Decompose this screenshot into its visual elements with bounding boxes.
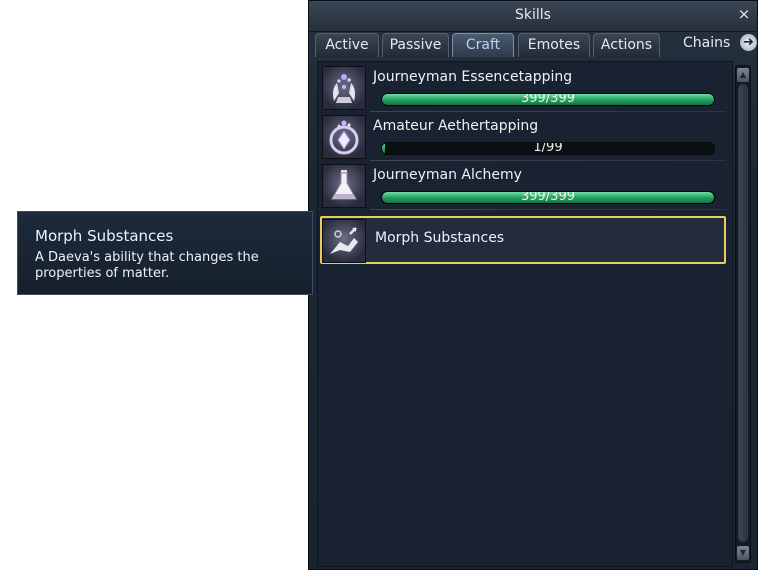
skill-progress-bar: 399/399 (381, 191, 715, 204)
skill-name: Journeyman Essencetapping (373, 69, 573, 85)
tooltip-description: A Daeva's ability that changes the prope… (35, 250, 259, 281)
tab-passive[interactable]: Passive (382, 33, 449, 57)
skill-row-essencetapping[interactable]: Journeyman Essencetapping 399/399 (320, 64, 726, 112)
tab-chains[interactable]: Chains (683, 35, 730, 51)
scroll-down-icon[interactable]: ▼ (737, 546, 749, 560)
row-divider (370, 111, 726, 112)
morph-hand-icon (322, 219, 366, 263)
skill-progress-bar: 399/399 (381, 93, 715, 106)
skill-progress-bar: 1/99 (381, 142, 715, 155)
tab-actions[interactable]: Actions (593, 33, 660, 57)
tab-craft[interactable]: Craft (452, 33, 514, 57)
aether-crystal-icon (322, 115, 366, 159)
tab-bar: Active Passive Craft Emotes Actions Chai… (315, 31, 757, 57)
hands-essence-icon (322, 66, 366, 110)
skill-name: Morph Substances (375, 230, 505, 246)
scroll-up-icon[interactable]: ▲ (737, 68, 749, 82)
skill-progress-text: 399/399 (520, 93, 575, 106)
row-divider (370, 209, 726, 210)
scroll-thumb[interactable] (739, 85, 747, 541)
alchemy-flask-icon (322, 164, 366, 208)
tab-emotes[interactable]: Emotes (518, 33, 590, 57)
skill-row-aethertapping[interactable]: Amateur Aethertapping 1/99 (320, 113, 726, 161)
skill-name: Amateur Aethertapping (373, 118, 539, 134)
skills-window: Skills × Active Passive Craft Emotes Act… (308, 0, 758, 570)
skill-name: Journeyman Alchemy (373, 167, 522, 183)
skill-tooltip: Morph Substances A Daeva's ability that … (17, 211, 313, 295)
tooltip-title: Morph Substances (35, 227, 174, 245)
skill-progress-text: 399/399 (520, 191, 575, 204)
skill-row-alchemy[interactable]: Journeyman Alchemy 399/399 (320, 162, 726, 210)
title-bar[interactable]: Skills × (309, 1, 757, 32)
skill-progress-text: 1/99 (533, 142, 563, 155)
row-divider (370, 160, 726, 161)
scroll-track[interactable] (738, 84, 748, 542)
close-icon[interactable]: × (737, 6, 751, 22)
tab-active[interactable]: Active (315, 33, 379, 57)
skill-row-morph-substances[interactable]: Morph Substances (320, 216, 726, 264)
arrow-right-icon[interactable]: ➜ (740, 34, 757, 51)
skill-list: Journeyman Essencetapping 399/399 Amateu… (317, 61, 733, 567)
scrollbar[interactable]: ▲ ▼ (735, 65, 751, 563)
window-title: Skills (515, 7, 551, 23)
